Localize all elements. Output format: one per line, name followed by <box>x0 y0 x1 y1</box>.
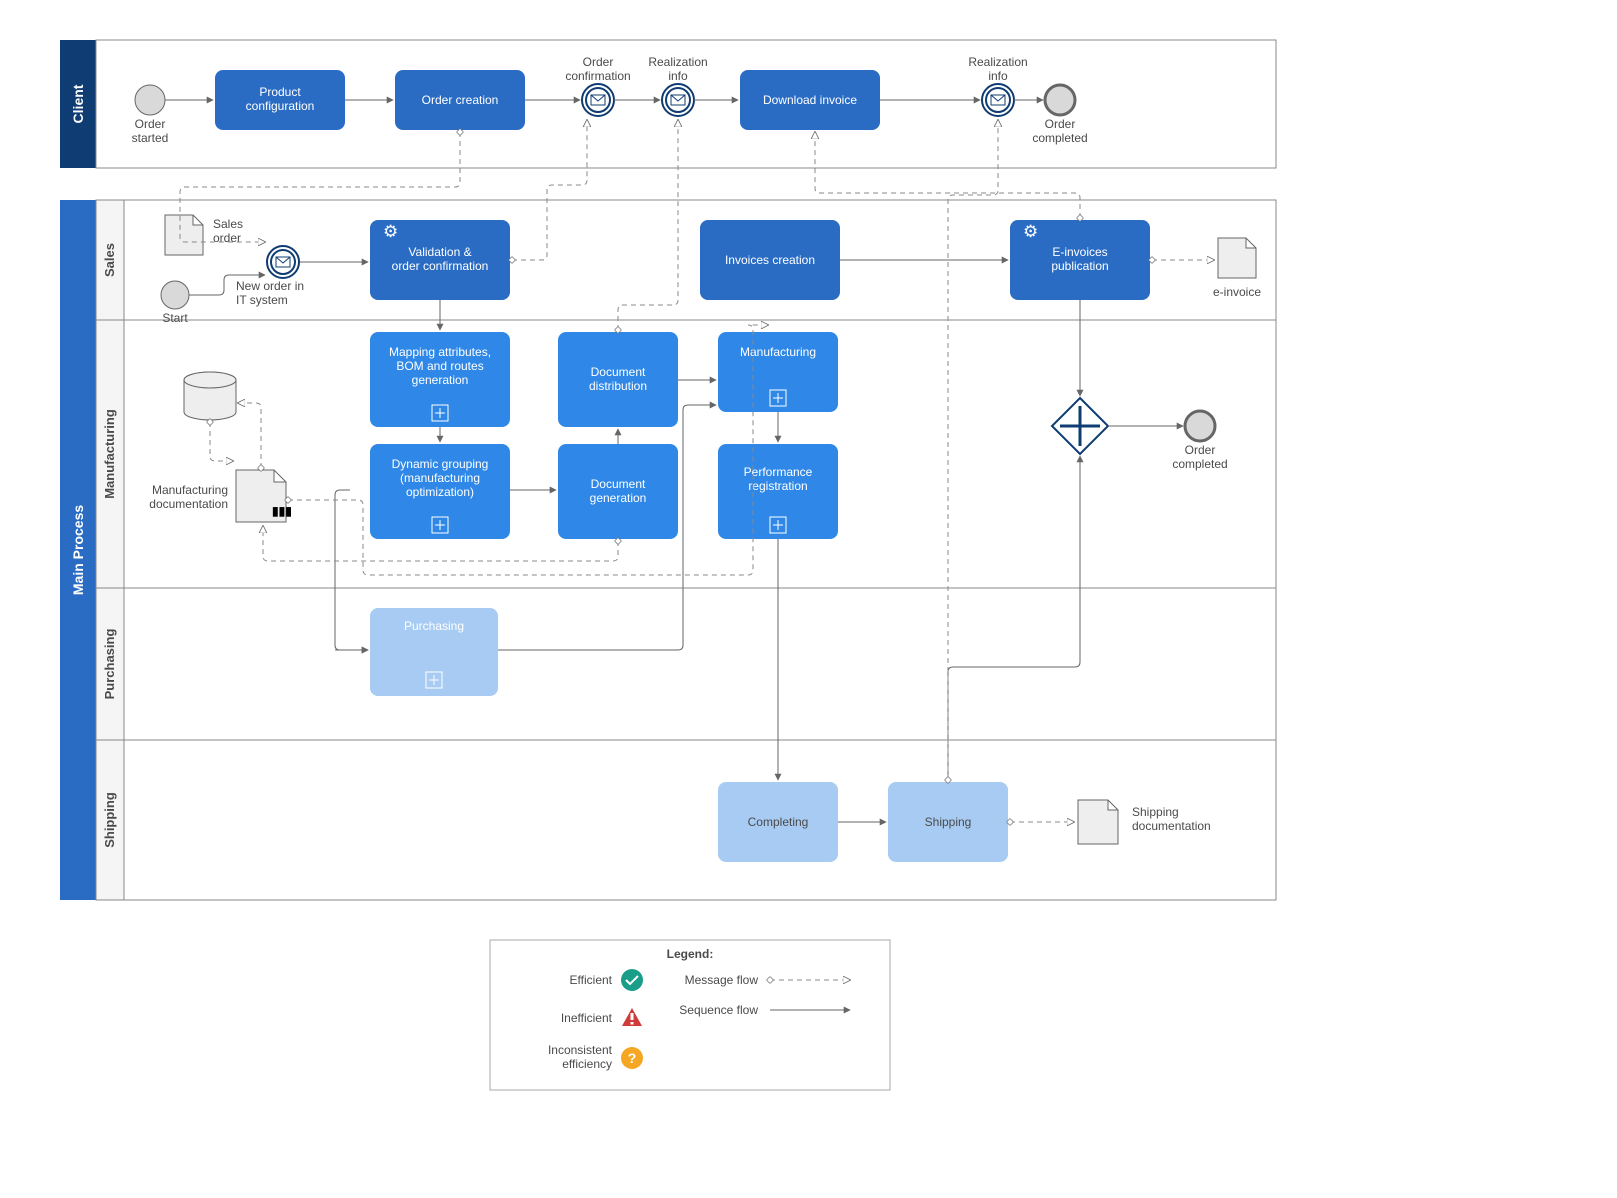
svg-text:Dynamic grouping(manufacturing: Dynamic grouping(manufacturingoptimizati… <box>392 457 489 499</box>
event-order-started: Orderstarted <box>132 85 169 145</box>
task-mapping: Mapping attributes,BOM and routesgenerat… <box>370 332 510 427</box>
legend-message-flow-label: Message flow <box>685 973 759 987</box>
datastore-mfg-doc <box>184 372 236 420</box>
svg-text:New order inIT system: New order inIT system <box>236 279 304 307</box>
svg-text:Manufacturingdocumentation: Manufacturingdocumentation <box>149 483 228 511</box>
svg-text:Order creation: Order creation <box>422 93 499 107</box>
svg-text:Legend:: Legend: <box>667 947 714 961</box>
task-validation: ⚙ Validation &order confirmation <box>370 220 510 300</box>
data-shipping-doc: Shippingdocumentation <box>1078 800 1211 844</box>
task-completing: Completing <box>718 782 838 862</box>
svg-text:Download invoice: Download invoice <box>763 93 857 107</box>
event-new-order: New order inIT system <box>236 246 304 307</box>
task-doc-generation: Documentgeneration <box>558 444 678 539</box>
legend-sequence-flow-label: Sequence flow <box>679 1003 758 1017</box>
task-invoices-creation: Invoices creation <box>700 220 840 300</box>
svg-text:Documentdistribution: Documentdistribution <box>589 365 647 393</box>
svg-text:▮▮▮: ▮▮▮ <box>272 504 292 518</box>
svg-text:⚙: ⚙ <box>383 222 398 241</box>
event-order-completed-1: Ordercompleted <box>1032 85 1087 145</box>
svg-text:Shippingdocumentation: Shippingdocumentation <box>1132 805 1211 833</box>
svg-text:Main Process: Main Process <box>70 505 86 595</box>
task-dynamic-grouping: Dynamic grouping(manufacturingoptimizati… <box>370 444 510 539</box>
svg-text:Start: Start <box>162 311 188 325</box>
data-einvoice: e-invoice <box>1213 238 1261 299</box>
lane-purchasing-label: Purchasing <box>102 629 117 700</box>
task-purchasing: Purchasing <box>370 608 498 696</box>
gateway-parallel <box>1052 398 1108 454</box>
event-start: Start <box>161 281 189 325</box>
svg-text:Purchasing: Purchasing <box>404 619 464 633</box>
pool-client-label: Client <box>70 84 86 123</box>
svg-text:Ordercompleted: Ordercompleted <box>1172 443 1227 471</box>
data-mfg-doc: ▮▮▮ Manufacturingdocumentation <box>149 470 292 522</box>
task-performance-reg: Performanceregistration <box>718 444 838 539</box>
bpmn-diagram: Client Orderstarted Productconfiguration… <box>0 0 1617 1198</box>
svg-text:E-invoicespublication: E-invoicespublication <box>1051 245 1108 273</box>
task-product-config: Productconfiguration <box>215 70 345 130</box>
task-einvoices: ⚙ E-invoicespublication <box>1010 220 1150 300</box>
task-shipping: Shipping <box>888 782 1008 862</box>
event-order-completed-2: Ordercompleted <box>1172 411 1227 471</box>
event-realization-info-2: Realizationinfo <box>968 55 1027 116</box>
data-sales-order: Salesorder <box>165 215 243 255</box>
svg-text:Realizationinfo: Realizationinfo <box>648 55 707 83</box>
lane-manufacturing-label: Manufacturing <box>102 409 117 499</box>
lane-shipping-label: Shipping <box>102 792 117 848</box>
svg-text:e-invoice: e-invoice <box>1213 285 1261 299</box>
legend-inefficient-label: Inefficient <box>561 1011 613 1025</box>
svg-text:Completing: Completing <box>748 815 809 829</box>
svg-text:Orderstarted: Orderstarted <box>132 117 169 145</box>
svg-text:⚙: ⚙ <box>1023 222 1038 241</box>
svg-text:Ordercompleted: Ordercompleted <box>1032 117 1087 145</box>
lane-sales-label: Sales <box>102 243 117 277</box>
svg-text:Realizationinfo: Realizationinfo <box>968 55 1027 83</box>
event-realization-info-1: Realizationinfo <box>648 55 707 116</box>
svg-text:?: ? <box>628 1050 637 1066</box>
svg-text:Documentgeneration: Documentgeneration <box>590 477 647 505</box>
legend-efficient-label: Efficient <box>570 973 613 987</box>
svg-text:Invoices creation: Invoices creation <box>725 253 815 267</box>
svg-text:Manufacturing: Manufacturing <box>740 345 816 359</box>
task-doc-distribution: Documentdistribution <box>558 332 678 427</box>
svg-text:Performanceregistration: Performanceregistration <box>744 465 813 493</box>
task-order-creation: Order creation <box>395 70 525 130</box>
legend: Legend: Efficient Inefficient Inconsiste… <box>490 940 890 1090</box>
svg-text:Orderconfirmation: Orderconfirmation <box>565 55 630 83</box>
svg-text:Shipping: Shipping <box>925 815 972 829</box>
event-order-confirmation: Orderconfirmation <box>565 55 630 116</box>
task-download-invoice: Download invoice <box>740 70 880 130</box>
svg-text:Salesorder: Salesorder <box>213 217 243 245</box>
sequence-flows <box>189 260 1183 822</box>
task-manufacturing: Manufacturing <box>718 332 838 412</box>
